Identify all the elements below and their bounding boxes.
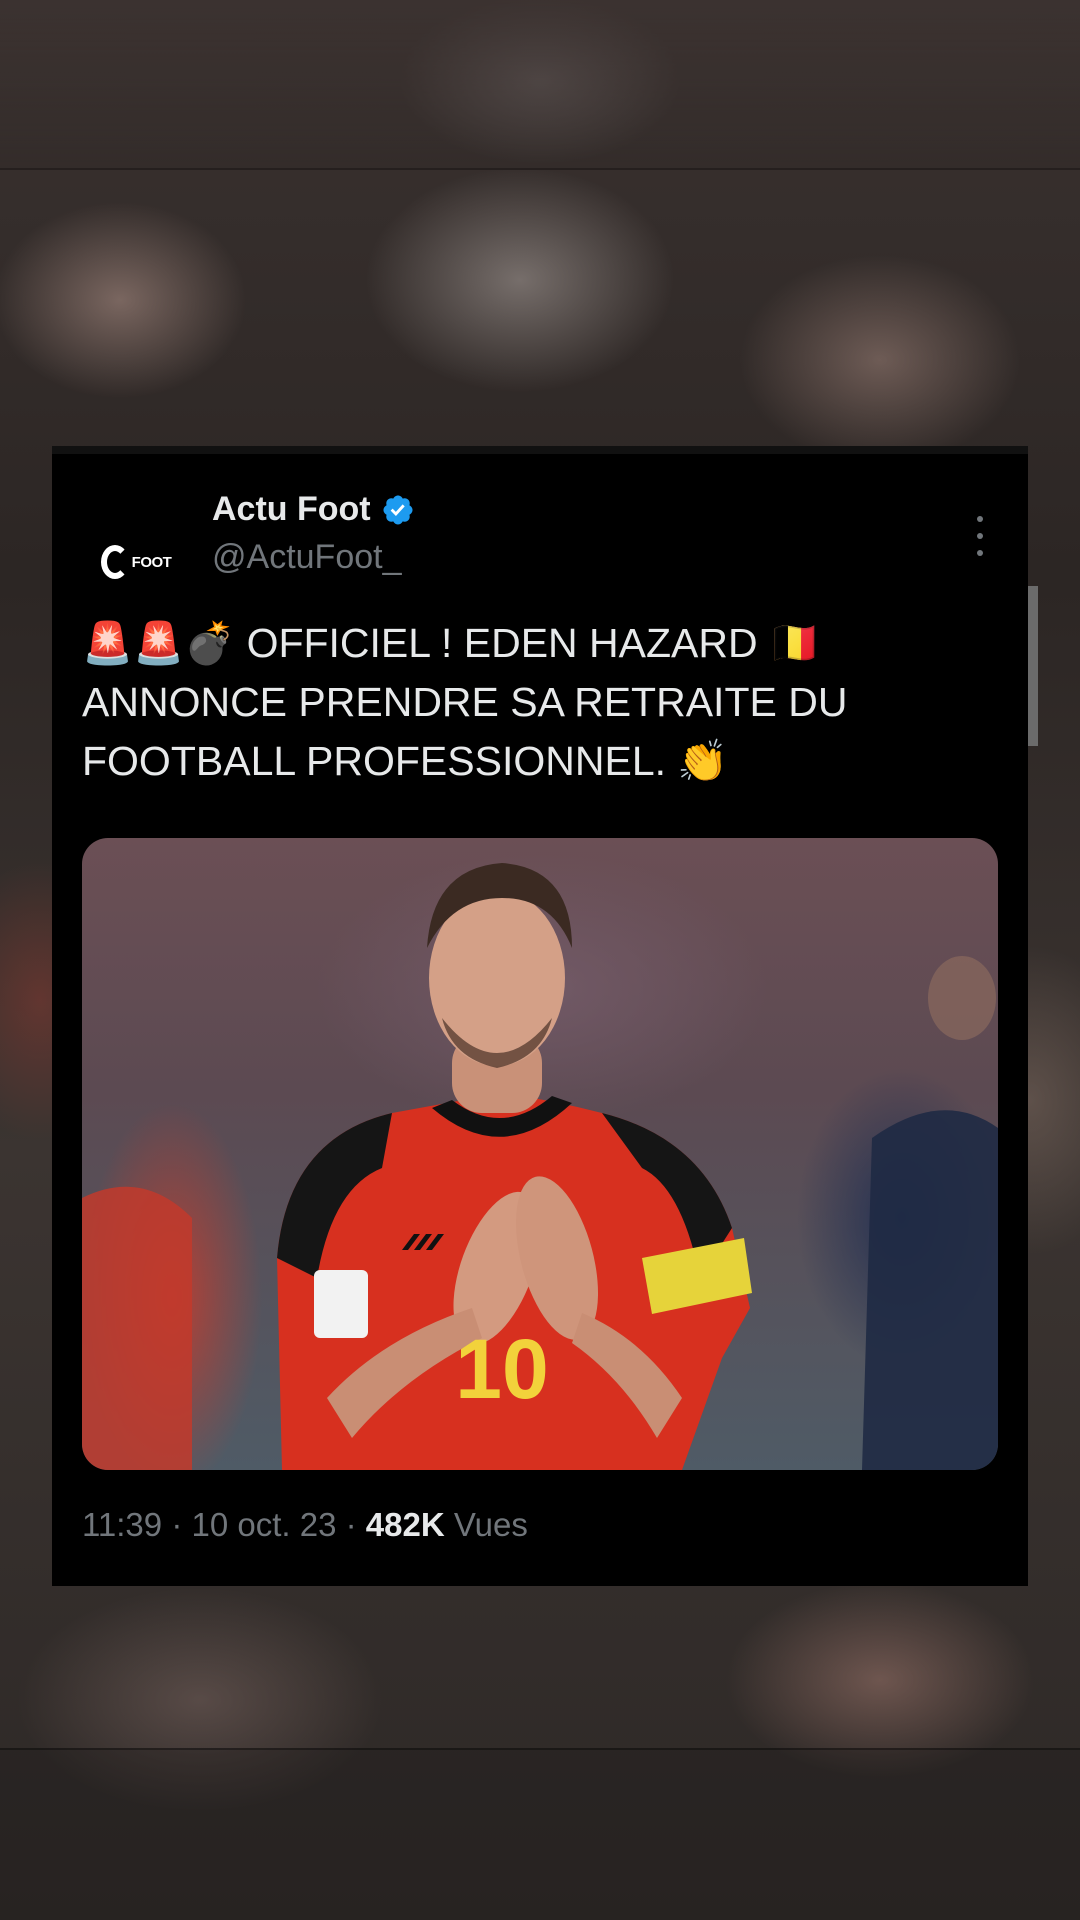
siren-bomb-emoji: 🚨🚨💣 [82, 619, 236, 667]
author-display-name[interactable]: Actu Foot [212, 490, 371, 529]
belgium-flag-emoji: 🇧🇪 [769, 619, 821, 667]
tweet-media-photo[interactable]: 10 [82, 838, 998, 1470]
player-photo-illustration: 10 [82, 863, 998, 1470]
avatar[interactable]: FOOT [88, 514, 184, 610]
tweet-text-line-1-words: OFFICIEL ! EDEN HAZARD [246, 620, 758, 666]
views-count: 482K [365, 1506, 445, 1543]
avatar-logo-text: FOOT [131, 553, 172, 571]
background-band-bottom [0, 1748, 1080, 1920]
tweet-text-line-3: FOOTBALL PROFESSIONNEL. 👏 [82, 732, 1002, 791]
more-vertical-icon[interactable] [972, 516, 988, 556]
author-handle[interactable]: @ActuFoot_ [212, 538, 402, 577]
scrollbar-thumb[interactable] [1028, 586, 1038, 746]
tweet-text-line-2: ANNONCE PRENDRE SA RETRAITE DU [82, 679, 848, 725]
author-name-row[interactable]: Actu Foot [212, 490, 415, 529]
clapping-hands-emoji: 👏 [677, 737, 729, 785]
tweet-time[interactable]: 11:39 [82, 1506, 162, 1543]
verified-badge-icon [383, 494, 413, 525]
jersey-number: 10 [455, 1322, 548, 1416]
tweet-metadata: 11:39 · 10 oct. 23 · 482K Vues [82, 1506, 528, 1544]
background-band-top [0, 0, 1080, 170]
meta-separator: · [345, 1506, 357, 1543]
meta-separator: · [171, 1506, 183, 1543]
views-label: Vues [453, 1506, 528, 1543]
tweet-text: 🚨🚨💣 OFFICIEL ! EDEN HAZARD 🇧🇪 ANNONCE PR… [82, 614, 1002, 791]
logo-icon [100, 545, 129, 579]
tweet-date[interactable]: 10 oct. 23 [191, 1506, 336, 1543]
tweet-text-line-3-words: FOOTBALL PROFESSIONNEL. [82, 738, 667, 784]
tweet-card[interactable]: FOOT Actu Foot @ActuFoot_ 🚨🚨💣 OFFICIEL !… [52, 446, 1038, 1586]
tweet-text-line-1: 🚨🚨💣 OFFICIEL ! EDEN HAZARD 🇧🇪 [82, 614, 1002, 673]
